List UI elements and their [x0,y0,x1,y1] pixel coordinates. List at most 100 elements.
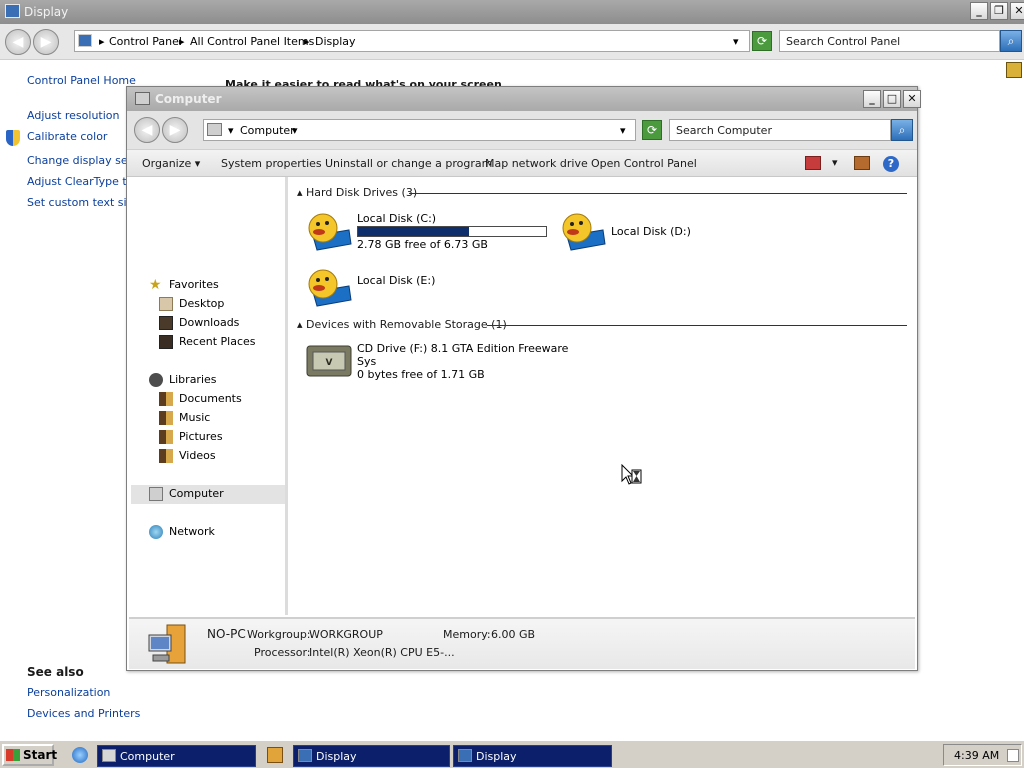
view-dropdown-icon[interactable]: ▾ [832,156,838,169]
downloads-icon [159,316,173,330]
media-player-icon[interactable] [267,747,283,763]
workgroup-value: WORKGROUP [309,628,383,641]
memory-value: 6.00 GB [491,628,536,641]
drive-d[interactable]: Local Disk (D:) [559,210,729,254]
command-bar: Organize ▾ System properties Uninstall o… [127,149,917,177]
display-icon [458,749,472,762]
refresh-icon[interactable]: ⟳ [752,31,772,51]
computer-icon [207,123,222,136]
breadcrumb-all-items[interactable]: All Control Panel Items [190,35,314,48]
system-tray: 4:39 AM [943,744,1022,766]
shield-icon [6,130,20,146]
drive-e-name: Local Disk (E:) [357,274,436,287]
pictures-icon [159,430,173,444]
computer-search-input[interactable]: Search Computer [669,119,891,141]
pc-name: NO-PC [207,627,246,641]
forward-button[interactable]: ▶ [33,29,59,55]
organize-button[interactable]: Organize ▾ [142,157,200,170]
link-calibrate-color[interactable]: Calibrate color [27,130,107,143]
hard-drive-icon [308,269,352,307]
taskbar: Start Computer Display Display 4:39 AM [0,740,1024,768]
clock[interactable]: 4:39 AM [954,749,999,762]
restore-button[interactable]: ❐ [990,2,1008,20]
display-address-bar: ◀ ▶ ▸ Control Panel ▸ All Control Panel … [0,24,1024,60]
computer-back-button[interactable]: ◀ [134,117,160,143]
back-button[interactable]: ◀ [5,29,31,55]
link-custom-text-size[interactable]: Set custom text size [27,196,139,209]
link-adjust-resolution[interactable]: Adjust resolution [27,109,120,122]
computer-titlebar[interactable]: Computer _ □ ✕ [127,87,921,111]
display-titlebar[interactable]: Display _ ❐ ✕ [0,0,1024,24]
computer-close-button[interactable]: ✕ [903,90,921,108]
preview-pane-icon[interactable] [854,156,870,170]
link-control-panel-home[interactable]: Control Panel Home [27,74,136,87]
computer-minimize-button[interactable]: _ [863,90,881,108]
minimize-button[interactable]: _ [970,2,988,20]
navigation-pane: ★ Favorites Desktop Downloads Recent Pla… [129,177,288,615]
address-dropdown-icon[interactable]: ▾ [733,35,739,48]
computer-address-field[interactable]: ▾ Computer ▾ ▾ [203,119,636,141]
drive-c-free-space: 2.78 GB free of 6.73 GB [357,238,488,251]
system-properties-button[interactable]: System properties [221,157,322,170]
address-field[interactable]: ▸ Control Panel ▸ All Control Panel Item… [74,30,750,52]
drive-f[interactable]: V CD Drive (F:) 8.1 GTA Edition Freeware… [305,340,568,384]
computer-refresh-icon[interactable]: ⟳ [642,120,662,140]
processor-label: Processor: [254,646,311,659]
computer-icon [149,487,163,501]
computer-maximize-button[interactable]: □ [883,90,901,108]
start-button[interactable]: Start [2,744,57,766]
uninstall-program-button[interactable]: Uninstall or change a program [325,157,492,170]
drive-c[interactable]: Local Disk (C:) 2.78 GB free of 6.73 GB [305,210,555,254]
search-input[interactable]: Search Control Panel [779,30,1000,52]
processor-value: Intel(R) Xeon(R) CPU E5-... [309,646,455,659]
change-view-icon[interactable] [805,156,821,170]
computer-address-bar: ◀ ▶ ▾ Computer ▾ ▾ ⟳ Search Computer ⌕ [127,111,917,149]
link-personalization[interactable]: Personalization [27,686,110,699]
videos-icon [159,449,173,463]
map-network-drive-button[interactable]: Map network drive [485,157,588,170]
group-header-hdd[interactable]: ▴ Hard Disk Drives (3) [297,186,417,200]
help-icon[interactable] [1006,62,1022,78]
star-icon: ★ [149,277,162,293]
link-adjust-cleartype[interactable]: Adjust ClearType tex [27,175,140,188]
recent-places-icon [159,335,173,349]
drive-c-capacity-bar [357,226,547,237]
breadcrumb-computer[interactable]: Computer [240,124,295,137]
drive-c-capacity-fill [358,227,469,236]
taskbar-display-1[interactable]: Display [293,745,450,767]
open-control-panel-button[interactable]: Open Control Panel [591,157,697,170]
memory-label: Memory: [443,628,491,641]
pc-icon [148,624,186,664]
drive-f-label: Sys [357,355,377,368]
help-icon[interactable]: ? [883,156,899,172]
search-icon[interactable]: ⌕ [1000,30,1022,52]
close-button[interactable]: ✕ [1010,2,1024,20]
drive-c-name: Local Disk (C:) [357,212,437,225]
taskbar-display-2[interactable]: Display [453,745,612,767]
nav-computer[interactable]: Computer [131,485,285,504]
breadcrumb-control-panel[interactable]: Control Panel [109,35,182,48]
notification-icon[interactable] [1007,749,1019,762]
breadcrumb-display[interactable]: Display [315,35,356,48]
internet-explorer-icon[interactable] [72,747,88,763]
computer-window-title: Computer [155,92,222,106]
busy-cursor-icon [621,464,642,485]
details-pane: NO-PC Workgroup: WORKGROUP Memory: 6.00 … [129,617,915,669]
libraries-icon [149,373,163,387]
workgroup-label: Workgroup: [247,628,311,641]
desktop-icon [159,297,173,311]
link-change-display-settings[interactable]: Change display setti [27,154,139,167]
display-window-icon [5,4,20,18]
group-header-removable[interactable]: ▴ Devices with Removable Storage (1) [297,318,507,332]
music-icon [159,411,173,425]
display-window-title: Display [24,5,69,19]
drive-f-free-space: 0 bytes free of 1.71 GB [357,368,485,381]
taskbar-computer[interactable]: Computer [97,745,256,767]
computer-address-dropdown-icon[interactable]: ▾ [620,124,626,137]
computer-search-icon[interactable]: ⌕ [891,119,913,141]
link-devices-printers[interactable]: Devices and Printers [27,707,140,720]
drive-e[interactable]: Local Disk (E:) [305,266,475,310]
computer-forward-button[interactable]: ▶ [162,117,188,143]
hard-drive-icon [308,213,352,251]
cd-drive-icon: V [306,345,352,377]
